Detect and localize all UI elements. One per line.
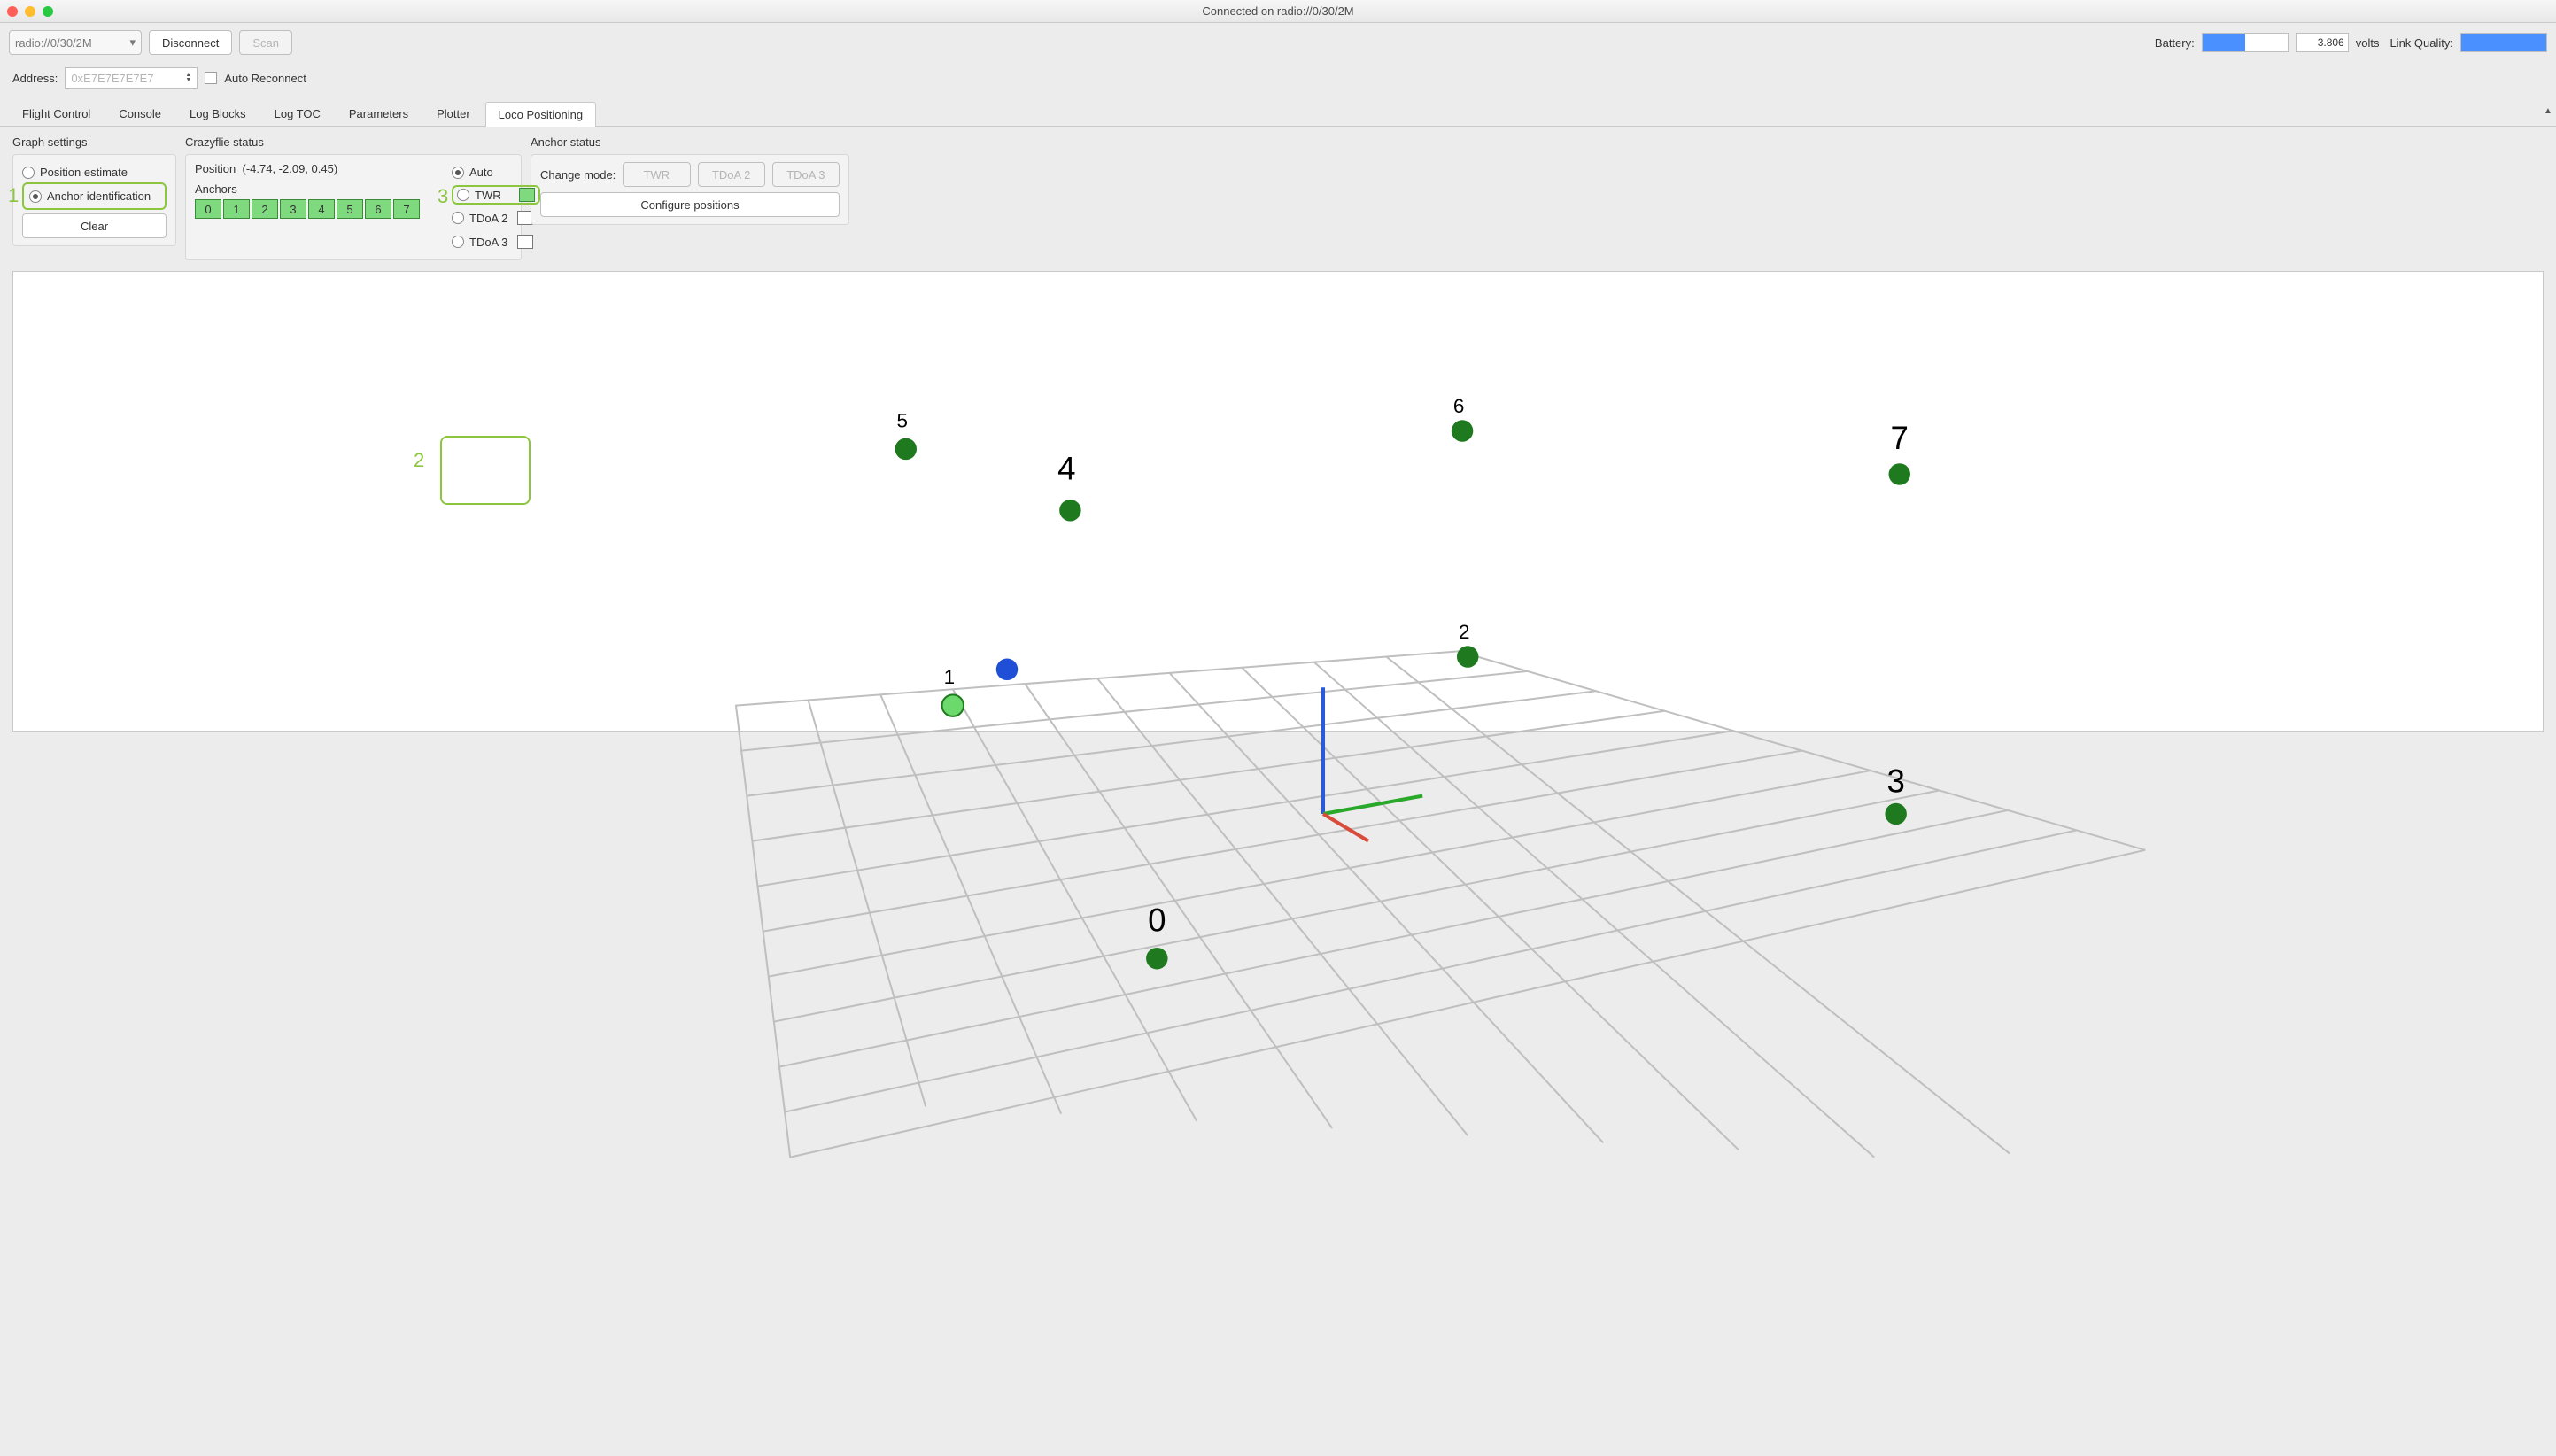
anchor-badge-4[interactable]: 4 [308, 199, 335, 219]
anchor-identification-label: Anchor identification [47, 190, 151, 203]
anchor-badge-5[interactable]: 5 [337, 199, 363, 219]
battery-meter [2202, 33, 2289, 52]
tab-log-blocks[interactable]: Log Blocks [176, 101, 259, 126]
callout-three: 3 [438, 185, 448, 208]
position-value: (-4.74, -2.09, 0.45) [242, 162, 337, 175]
svg-text:0: 0 [1148, 902, 1166, 939]
radio-icon[interactable] [457, 189, 469, 201]
crazyflie-dot-icon [996, 659, 1018, 680]
chevron-down-icon: ▾ [129, 35, 136, 50]
mode-indicator-tdoa3 [517, 235, 533, 249]
mode-tdoa3-button: TDoA 3 [772, 162, 840, 187]
radio-icon [29, 190, 42, 203]
mode-tdoa2-label: TDoA 2 [469, 212, 512, 225]
highlight-twr: 3 TWR [452, 185, 540, 205]
battery-fill [2203, 34, 2245, 51]
mode-tdoa3-label: TDoA 3 [469, 236, 512, 249]
radio-mode-tdoa2[interactable]: TDoA 2 [452, 207, 540, 228]
position-estimate-label: Position estimate [40, 166, 128, 179]
clear-button[interactable]: Clear [22, 213, 167, 238]
svg-text:2: 2 [1459, 621, 1469, 643]
crazyflie-status-title: Crazyflie status [185, 136, 522, 149]
callout-two: 2 [414, 449, 424, 472]
tab-plotter[interactable]: Plotter [423, 101, 484, 126]
crazyflie-status-panel: Crazyflie status Position (-4.74, -2.09,… [185, 136, 522, 260]
graph-settings-panel: Graph settings Position estimate 1 Ancho… [12, 136, 176, 246]
top-toolbar: radio://0/30/2M ▾ Disconnect Scan Batter… [0, 23, 2556, 62]
tab-parameters[interactable]: Parameters [336, 101, 422, 126]
svg-text:4: 4 [1057, 451, 1075, 487]
anchor-badge-2[interactable]: 2 [252, 199, 278, 219]
panels-row: Graph settings Position estimate 1 Ancho… [0, 127, 2556, 266]
address-value: 0xE7E7E7E7E7 [71, 72, 153, 85]
radio-icon [452, 167, 464, 179]
tab-flight-control[interactable]: Flight Control [9, 101, 104, 126]
svg-text:5: 5 [897, 409, 908, 431]
uri-combo[interactable]: radio://0/30/2M ▾ [9, 30, 142, 55]
address-row: Address: 0xE7E7E7E7E7 ▲▼ Auto Reconnect [0, 62, 2556, 101]
uri-combo-value: radio://0/30/2M [15, 36, 92, 50]
radio-icon [452, 212, 464, 224]
svg-text:6: 6 [1453, 395, 1464, 417]
anchor-badge-6[interactable]: 6 [365, 199, 391, 219]
radio-icon [22, 167, 35, 179]
configure-positions-button[interactable]: Configure positions [540, 192, 840, 217]
mode-tdoa2-button: TDoA 2 [698, 162, 765, 187]
graph-settings-title: Graph settings [12, 136, 176, 149]
link-quality-label: Link Quality: [2389, 36, 2453, 50]
anchor-badge-3[interactable]: 3 [280, 199, 306, 219]
radio-mode-tdoa3[interactable]: TDoA 3 [452, 231, 540, 252]
mode-auto-label: Auto [469, 166, 493, 179]
anchor-badge-1[interactable]: 1 [223, 199, 250, 219]
callout-one: 1 [8, 184, 19, 207]
scan-button: Scan [239, 30, 292, 55]
radio-icon [452, 236, 464, 248]
link-quality-meter [2460, 33, 2547, 52]
scroll-up-icon[interactable]: ▲ [2542, 105, 2554, 117]
tab-loco-positioning[interactable]: Loco Positioning [485, 102, 596, 127]
window-title: Connected on radio://0/30/2M [0, 4, 2556, 18]
mode-indicator-twr [519, 188, 535, 202]
highlight-anchor-1 [440, 436, 531, 505]
volts-label: volts [2356, 36, 2380, 50]
position-row: Position (-4.74, -2.09, 0.45) [195, 162, 425, 175]
svg-text:7: 7 [1891, 420, 1909, 456]
link-quality-fill [2461, 34, 2546, 51]
tab-bar: Flight Control Console Log Blocks Log TO… [0, 101, 2556, 127]
address-input[interactable]: 0xE7E7E7E7E7 ▲▼ [65, 67, 198, 89]
y-axis-icon [1323, 796, 1422, 814]
auto-reconnect-checkbox[interactable] [205, 72, 217, 84]
radio-mode-auto[interactable]: Auto [452, 162, 540, 182]
volts-value: 3.806 [2296, 33, 2349, 52]
tab-log-toc[interactable]: Log TOC [261, 101, 334, 126]
tab-console[interactable]: Console [105, 101, 174, 126]
anchors-label: Anchors [195, 182, 425, 196]
mode-twr-button: TWR [623, 162, 690, 187]
radio-anchor-identification[interactable]: Anchor identification [29, 186, 159, 206]
change-mode-label: Change mode: [540, 168, 616, 182]
battery-label: Battery: [2155, 36, 2195, 50]
highlight-anchor-id: 1 Anchor identification [22, 182, 167, 210]
anchor-badge-7[interactable]: 7 [393, 199, 420, 219]
svg-text:1: 1 [944, 666, 955, 688]
auto-reconnect-label: Auto Reconnect [224, 72, 306, 85]
mode-twr-label: TWR [475, 189, 514, 202]
graph-3d[interactable]: 0 1 2 3 4 5 6 7 2 [12, 271, 2544, 732]
address-label: Address: [12, 72, 58, 85]
anchor-badge-0[interactable]: 0 [195, 199, 221, 219]
anchor-status-title: Anchor status [531, 136, 849, 149]
position-label: Position [195, 162, 236, 175]
graph-svg: 0 1 2 3 4 5 6 7 [13, 272, 2543, 1212]
anchors-row: 0 1 2 3 4 5 6 7 [195, 199, 425, 219]
stepper-icon[interactable]: ▲▼ [185, 73, 191, 83]
svg-text:3: 3 [1886, 763, 1904, 800]
disconnect-button[interactable]: Disconnect [149, 30, 232, 55]
anchor-status-panel: Anchor status Change mode: TWR TDoA 2 TD… [531, 136, 849, 225]
radio-position-estimate[interactable]: Position estimate [22, 162, 167, 182]
titlebar: Connected on radio://0/30/2M [0, 0, 2556, 23]
